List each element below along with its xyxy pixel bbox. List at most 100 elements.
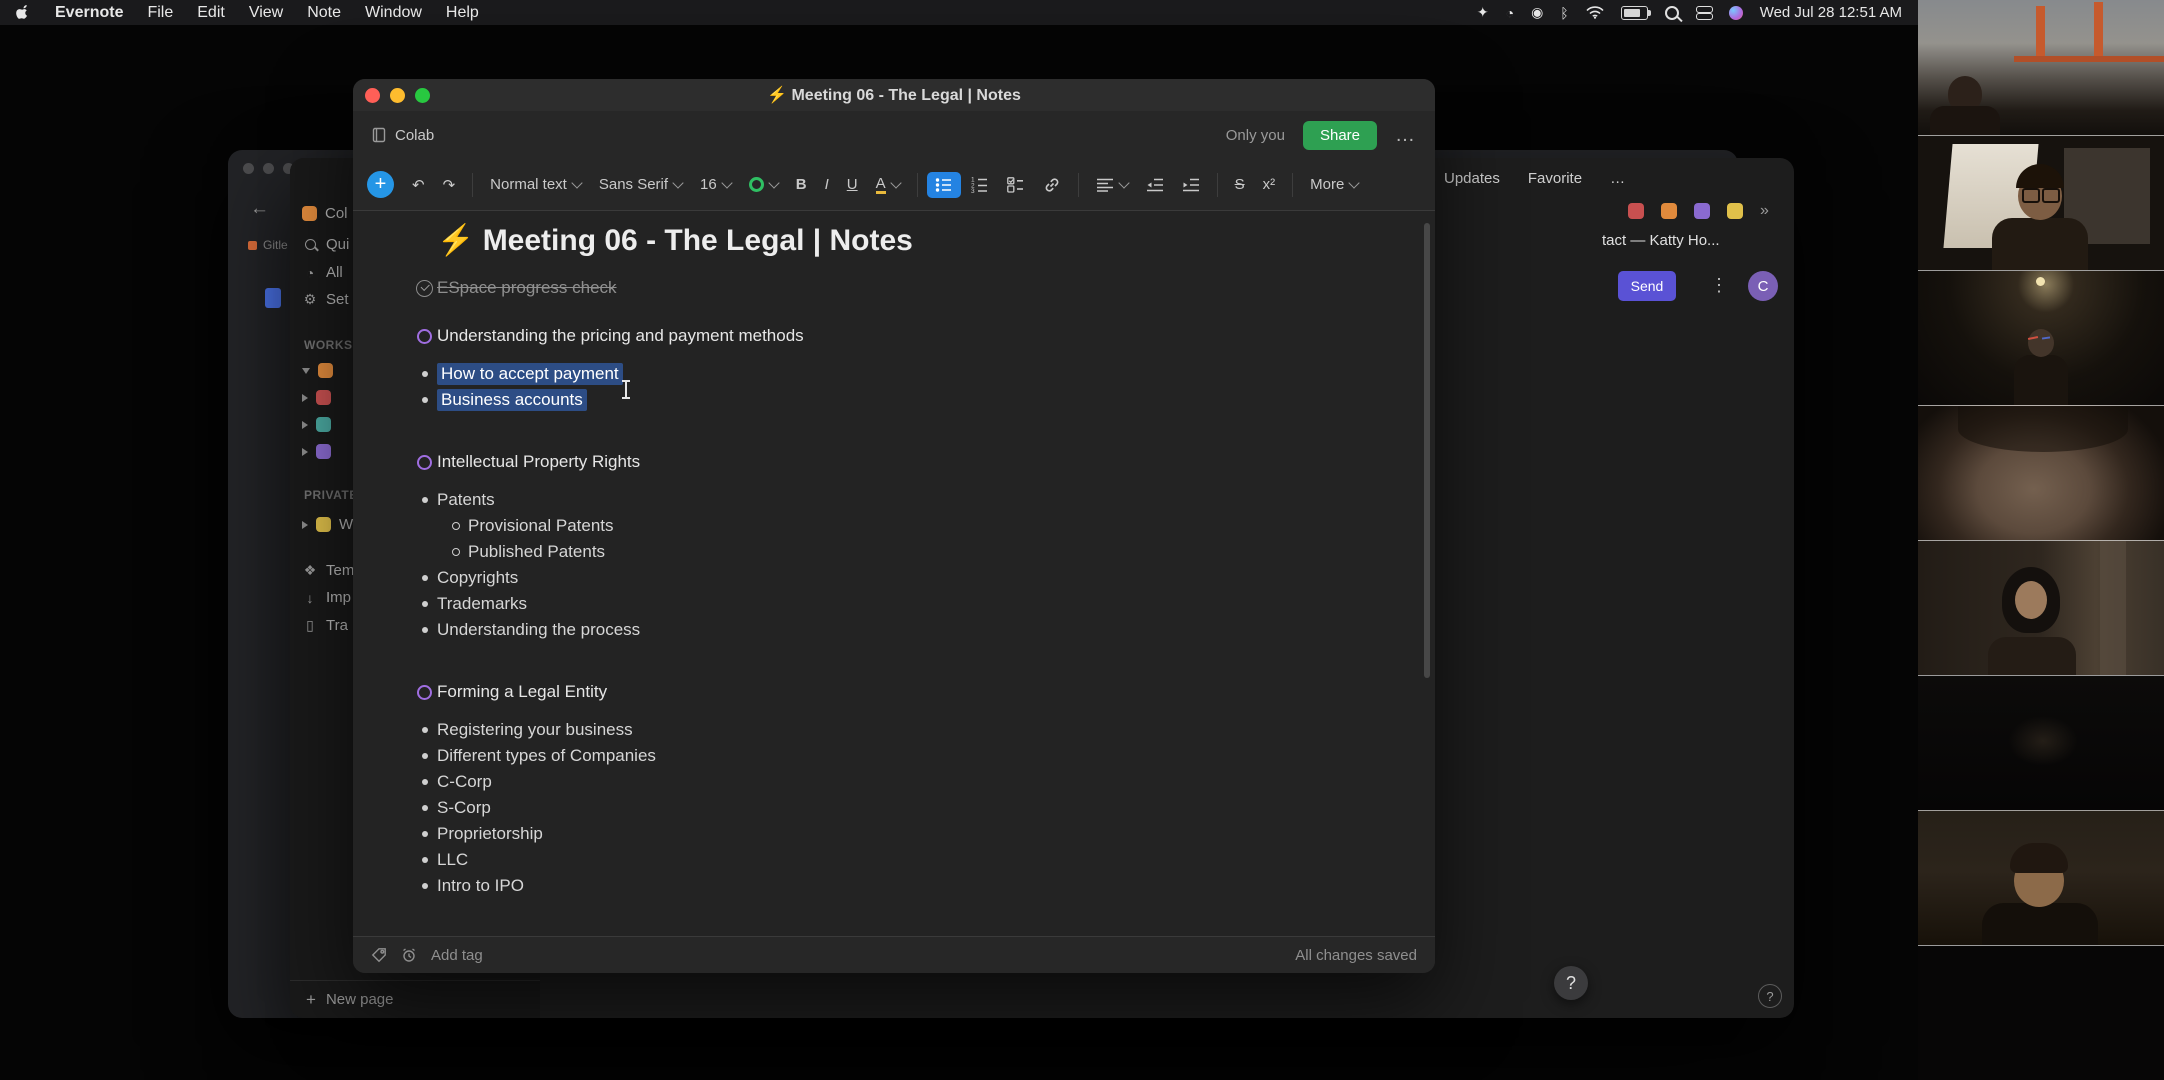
note-bullet-row[interactable]: Copyrights	[412, 565, 1405, 591]
evernote-window[interactable]: ⚡ Meeting 06 - The Legal | Notes Colab O…	[353, 79, 1435, 973]
toggle-closed-icon[interactable]	[302, 521, 308, 529]
menu-note[interactable]: Note	[307, 4, 341, 22]
note-bullet-row[interactable]: Proprietorship	[412, 821, 1405, 847]
page-emoji-icon[interactable]	[1727, 203, 1743, 219]
note-section-row[interactable]: Intellectual Property Rights	[412, 449, 1405, 475]
page-emoji-icon[interactable]	[1661, 203, 1677, 219]
notion-help-button[interactable]: ?	[1758, 984, 1782, 1008]
note-bullet-row[interactable]: LLC	[412, 847, 1405, 873]
sidebar-page-item[interactable]	[302, 390, 331, 405]
sidebar-item-quick-find[interactable]: Qui	[302, 236, 349, 253]
updates-button[interactable]: Updates	[1444, 170, 1500, 187]
note-section-row[interactable]: Understanding the pricing and payment me…	[412, 323, 1405, 349]
tag-icon[interactable]	[371, 947, 387, 963]
toggle-closed-icon[interactable]	[302, 448, 308, 456]
sidebar-item-all-updates[interactable]: ◔ All	[302, 264, 343, 281]
note-bullet-row[interactable]: How to accept payment	[412, 361, 1405, 387]
notebook-selector[interactable]: Colab	[371, 127, 434, 144]
doc-thumbnail-icon[interactable]	[265, 288, 281, 308]
redo-button[interactable]: ↷	[435, 171, 464, 199]
apple-menu-icon[interactable]	[16, 4, 31, 21]
spotlight-icon[interactable]	[1665, 6, 1679, 20]
numbered-list-button[interactable]: 123	[963, 171, 997, 198]
note-section-row-clipped[interactable]: Business Taxes	[412, 935, 1405, 936]
note-bullet-row[interactable]: Intro to IPO	[412, 873, 1405, 899]
note-title[interactable]: ⚡ Meeting 06 - The Legal | Notes	[437, 223, 1405, 259]
note-bullet-row[interactable]: Registering your business	[412, 717, 1405, 743]
scrollbar-thumb[interactable]	[1424, 223, 1430, 678]
outdent-button[interactable]	[1138, 173, 1172, 197]
sidebar-page-item[interactable]	[302, 363, 333, 378]
browser-traffic-lights[interactable]	[243, 163, 294, 174]
more-button[interactable]: …	[1610, 170, 1625, 187]
toggle-closed-icon[interactable]	[302, 421, 308, 429]
sidebar-item-templates[interactable]: ❖ Tem	[302, 562, 354, 579]
note-bullet-row[interactable]: C-Corp	[412, 769, 1405, 795]
overflow-menu-icon[interactable]: ⋮	[1710, 275, 1728, 296]
bluetooth-icon[interactable]: ᛒ	[1560, 5, 1568, 21]
video-tile[interactable]	[1918, 135, 2164, 270]
sidebar-item-trash[interactable]: ▯ Tra	[302, 617, 348, 634]
toggle-closed-icon[interactable]	[302, 394, 308, 402]
note-editor[interactable]: ⚡ Meeting 06 - The Legal | Notes ESpace …	[353, 211, 1435, 936]
menu-edit[interactable]: Edit	[197, 4, 225, 22]
superscript-button[interactable]: x²	[1255, 171, 1284, 198]
sidebar-page-item[interactable]	[302, 444, 331, 459]
video-tile[interactable]	[1918, 945, 2164, 1080]
page-emoji-icon[interactable]	[1628, 203, 1644, 219]
note-checkbox-row[interactable]: ESpace progress check	[412, 275, 1405, 301]
add-tag-button[interactable]: Add tag	[431, 947, 483, 964]
note-bullet-row[interactable]: Different types of Companies	[412, 743, 1405, 769]
font-select[interactable]: Sans Serif	[591, 171, 690, 198]
shortcuts-icon[interactable]: ✦	[1477, 4, 1489, 21]
insert-button[interactable]: +	[367, 171, 394, 198]
underline-button[interactable]: U	[839, 171, 866, 198]
style-select[interactable]: Normal text	[482, 171, 589, 198]
send-button[interactable]: Send	[1618, 271, 1676, 301]
menu-file[interactable]: File	[147, 4, 173, 22]
menu-help[interactable]: Help	[446, 4, 479, 22]
text-color-button[interactable]	[741, 172, 786, 197]
bold-button[interactable]: B	[788, 171, 815, 198]
highlight-button[interactable]: A	[868, 171, 908, 199]
share-button[interactable]: Share	[1303, 121, 1377, 150]
strikethrough-button[interactable]: S	[1227, 171, 1253, 198]
note-more-button[interactable]: …	[1395, 124, 1417, 147]
video-tile[interactable]	[1918, 540, 2164, 675]
sidebar-workspace-switcher[interactable]: Col	[302, 205, 348, 222]
more-formatting-button[interactable]: More	[1302, 171, 1366, 198]
wifi-icon[interactable]	[1586, 6, 1604, 19]
link-button[interactable]	[1035, 171, 1069, 199]
avatar[interactable]: C	[1748, 271, 1778, 301]
note-sub-bullet-row[interactable]: Provisional Patents	[443, 513, 1405, 539]
checklist-button[interactable]	[999, 172, 1033, 198]
new-page-button[interactable]: + New page	[290, 980, 540, 1018]
note-bullet-row[interactable]: Understanding the process	[412, 617, 1405, 643]
note-bullet-row[interactable]: Trademarks	[412, 591, 1405, 617]
screen-record-icon[interactable]: ◉	[1531, 4, 1543, 21]
menu-view[interactable]: View	[249, 4, 283, 22]
browser-back-button[interactable]: ←	[250, 198, 269, 220]
control-center-icon[interactable]	[1696, 6, 1712, 20]
favorite-button[interactable]: Favorite	[1528, 170, 1582, 187]
video-tile[interactable]	[1918, 675, 2164, 810]
video-tile[interactable]	[1918, 810, 2164, 945]
browser-bookmark[interactable]: Gitle	[248, 238, 288, 252]
note-bullet-row[interactable]: Business accounts	[412, 387, 1405, 413]
undo-button[interactable]: ↶	[404, 171, 433, 199]
video-tile[interactable]	[1918, 0, 2164, 135]
menu-bar-clock[interactable]: Wed Jul 28 12:51 AM	[1760, 4, 1902, 21]
note-bullet-row[interactable]: Patents	[412, 487, 1405, 513]
menu-app-name[interactable]: Evernote	[55, 4, 123, 22]
reminder-icon[interactable]	[401, 947, 417, 963]
note-sub-bullet-row[interactable]: Published Patents	[443, 539, 1405, 565]
sidebar-item-import[interactable]: ↓ Imp	[302, 589, 351, 606]
checked-circle-icon[interactable]	[412, 280, 437, 297]
bullet-list-button[interactable]	[927, 172, 961, 198]
sidebar-page-item-private[interactable]: W	[302, 516, 353, 533]
battery-icon[interactable]	[1621, 6, 1648, 20]
note-bullet-row[interactable]: S-Corp	[412, 795, 1405, 821]
time-machine-icon[interactable]: ◔	[1506, 5, 1514, 21]
indent-button[interactable]	[1174, 173, 1208, 197]
toggle-open-icon[interactable]	[302, 368, 310, 374]
